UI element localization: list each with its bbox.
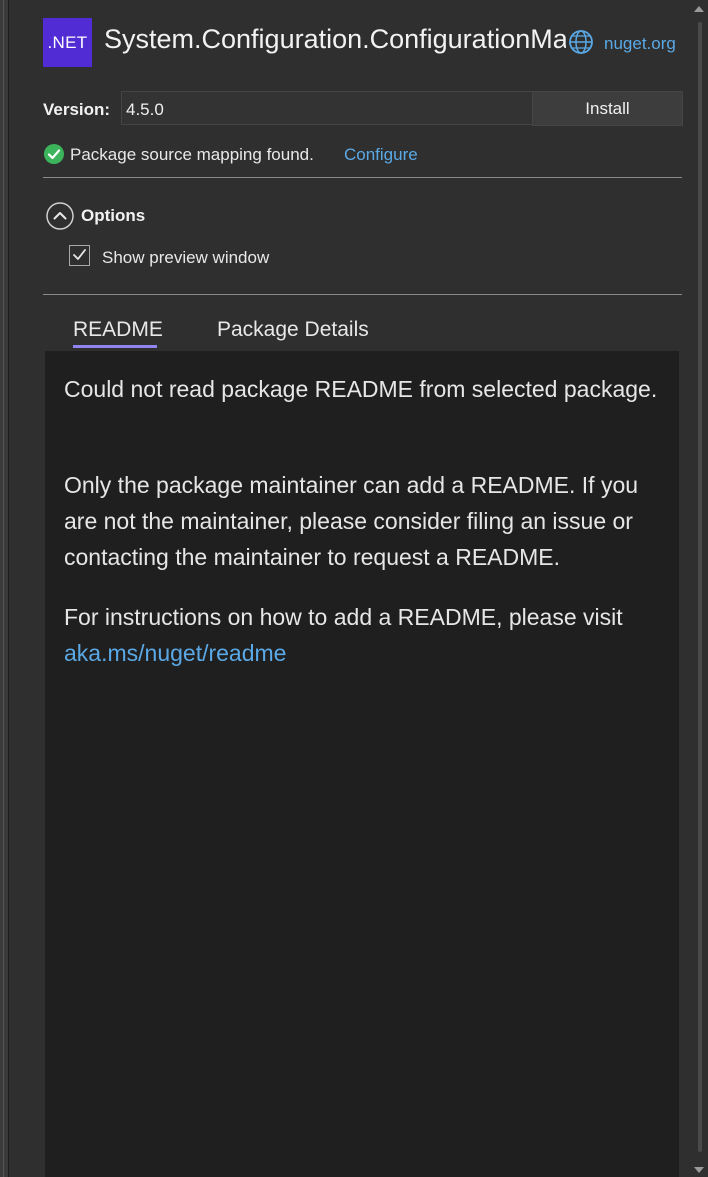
check-circle-icon bbox=[44, 144, 64, 164]
show-preview-label[interactable]: Show preview window bbox=[102, 248, 269, 268]
divider bbox=[43, 294, 682, 295]
dotnet-logo: .NET bbox=[43, 18, 92, 67]
version-row: Version: 4.5.0 Install bbox=[43, 91, 683, 127]
show-preview-checkbox[interactable] bbox=[69, 245, 90, 266]
divider bbox=[43, 177, 682, 178]
readme-instructions-text: For instructions on how to add a README,… bbox=[64, 604, 623, 630]
tab-package-details[interactable]: Package Details bbox=[217, 318, 369, 342]
readme-content-pane: Could not read package README from selec… bbox=[45, 351, 679, 1177]
package-header: .NET System.Configuration.ConfigurationM… bbox=[43, 18, 683, 67]
tab-readme[interactable]: README bbox=[73, 318, 163, 342]
readme-maintainer-message: Only the package maintainer can add a RE… bbox=[64, 472, 639, 570]
scroll-up-arrow-icon[interactable] bbox=[694, 6, 704, 12]
package-title: System.Configuration.ConfigurationManage… bbox=[104, 24, 566, 54]
readme-instructions: For instructions on how to add a README,… bbox=[64, 599, 664, 671]
vertical-scrollbar[interactable] bbox=[692, 0, 708, 1177]
install-button[interactable]: Install bbox=[532, 91, 683, 126]
active-tab-indicator bbox=[73, 345, 157, 348]
collapse-options-chevron-up-icon[interactable] bbox=[45, 201, 75, 231]
readme-help-link[interactable]: aka.ms/nuget/readme bbox=[64, 640, 286, 666]
options-heading: Options bbox=[81, 206, 146, 225]
globe-icon[interactable] bbox=[567, 28, 595, 56]
nuget-source-link[interactable]: nuget.org bbox=[604, 34, 676, 54]
version-selected-value: 4.5.0 bbox=[126, 100, 164, 119]
version-label: Version: bbox=[43, 100, 111, 119]
left-panel-edge bbox=[0, 0, 9, 1177]
configure-link[interactable]: Configure bbox=[344, 145, 418, 165]
package-source-mapping-status: Package source mapping found. Configure bbox=[43, 143, 683, 169]
mapping-status-text: Package source mapping found. bbox=[70, 145, 314, 164]
checkmark-icon bbox=[73, 249, 86, 260]
scrollbar-thumb[interactable] bbox=[698, 22, 702, 1152]
version-dropdown[interactable]: 4.5.0 bbox=[121, 91, 564, 125]
readme-error-message: Could not read package README from selec… bbox=[64, 376, 658, 402]
scroll-down-arrow-icon[interactable] bbox=[694, 1167, 704, 1173]
